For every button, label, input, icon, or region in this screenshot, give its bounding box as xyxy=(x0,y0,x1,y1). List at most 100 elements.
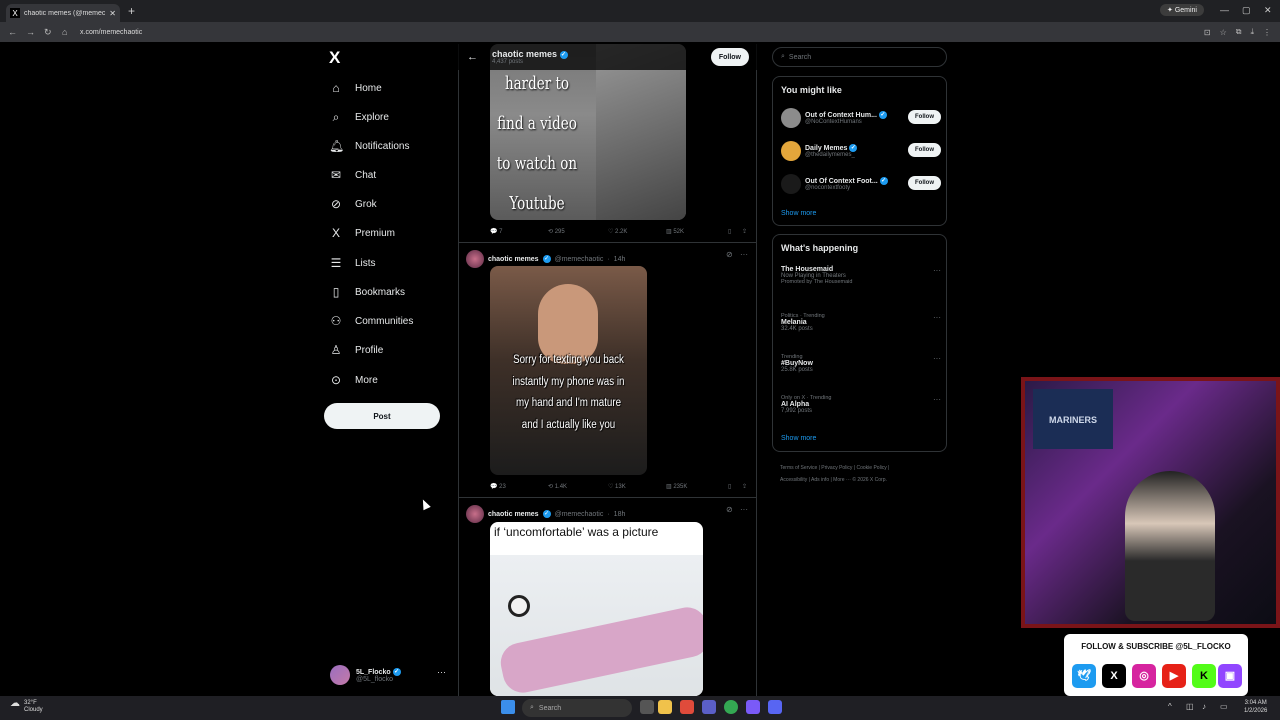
app-icon[interactable] xyxy=(746,700,760,714)
reload-icon[interactable]: ↻ xyxy=(44,27,54,38)
back-arrow-icon[interactable]: ← xyxy=(467,51,478,63)
trend-item[interactable]: Only on X · Trending AI Alpha 7,992 posts ·… xyxy=(781,395,941,414)
weather-widget[interactable]: ☁ 32°F Cloudy xyxy=(10,699,43,714)
reply-button[interactable]: 💬 7 xyxy=(490,228,548,235)
app-icon[interactable] xyxy=(702,700,716,714)
taskbar-search[interactable]: ⌕ Search xyxy=(522,699,632,717)
more-dots-icon[interactable]: ··· xyxy=(933,313,941,322)
share-icon[interactable]: ⇪ xyxy=(742,483,747,490)
bookmark-icon[interactable]: ▯ xyxy=(728,228,742,235)
suggested-handle: @nocontextfooty xyxy=(805,185,851,191)
more-dots-icon[interactable]: ··· xyxy=(740,505,748,514)
views-button[interactable]: ▥ 52K xyxy=(666,228,728,235)
more-dots-icon[interactable]: ··· xyxy=(933,266,941,275)
nav-item-chat[interactable]: ✉ Chat xyxy=(329,168,376,182)
avatar xyxy=(781,174,801,194)
reply-button[interactable]: 💬 23 xyxy=(490,483,548,490)
menu-icon[interactable]: ⋮ xyxy=(1263,28,1271,37)
nav-item-grok[interactable]: ⊘ Grok xyxy=(329,197,377,211)
tweet-media[interactable]: Sorry for texting you back instantly my … xyxy=(490,266,647,475)
back-icon[interactable]: ← xyxy=(8,27,18,37)
bookmark-icon[interactable]: ▯ xyxy=(728,483,742,490)
nav-item-premium[interactable]: X Premium xyxy=(329,226,395,240)
follow-button[interactable]: Follow xyxy=(710,48,749,66)
close-window-icon[interactable]: ✕ xyxy=(1264,5,1272,16)
follow-button[interactable]: Follow xyxy=(908,143,941,157)
tweet-media[interactable]: if ‘uncomfortable’ was a picture xyxy=(490,522,703,696)
battery-icon[interactable]: ▭ xyxy=(1220,702,1228,711)
nav-item-communities[interactable]: ⚇ Communities xyxy=(329,314,414,328)
tweet-media[interactable]: harder to find a video to watch on Youtu… xyxy=(490,44,686,220)
forward-icon[interactable]: → xyxy=(26,27,36,37)
minimize-icon[interactable]: — xyxy=(1220,5,1229,15)
extensions-icon[interactable]: ⧉ xyxy=(1236,27,1242,37)
nav-item-explore[interactable]: ⌕ Explore xyxy=(329,110,389,125)
avatar[interactable] xyxy=(466,250,484,268)
nav-item-lists[interactable]: ☰ Lists xyxy=(329,256,376,270)
volume-icon[interactable]: ♪ xyxy=(1202,702,1206,711)
show-more-link[interactable]: Show more xyxy=(781,210,816,217)
tweet-author[interactable]: chaotic memes xyxy=(488,511,539,518)
nav-item-bookmarks[interactable]: ▯ Bookmarks xyxy=(329,285,405,299)
more-dots-icon[interactable]: ··· xyxy=(933,395,941,404)
install-icon[interactable]: ⊡ xyxy=(1204,28,1211,37)
home-browser-icon[interactable]: ⌂ xyxy=(62,27,72,37)
tweet-author[interactable]: chaotic memes xyxy=(488,256,539,263)
close-tab-icon[interactable]: ✕ xyxy=(109,9,116,18)
footer-line[interactable]: Terms of Service | Privacy Policy | Cook… xyxy=(780,462,950,474)
nav-item-home[interactable]: ⌂ Home xyxy=(329,81,381,95)
like-button[interactable]: ♡ 2.2K xyxy=(608,228,666,235)
repost-button[interactable]: ⟲ 1.4K xyxy=(548,483,608,490)
footer-line[interactable]: Accessibility | Ads info | More ··· © 20… xyxy=(780,474,950,486)
app-icon[interactable] xyxy=(680,700,694,714)
file-explorer-icon[interactable] xyxy=(658,700,672,714)
suggested-account[interactable]: Daily Memes ✓ @thedailymemes_ Follow xyxy=(781,139,941,163)
follow-button[interactable]: Follow xyxy=(908,110,941,124)
tweet-handle[interactable]: @memechaotic xyxy=(555,256,604,263)
tweet-dot: · xyxy=(607,510,610,518)
like-button[interactable]: ♡ 13K xyxy=(608,483,666,490)
avatar[interactable] xyxy=(466,505,484,523)
tweet-handle[interactable]: @memechaotic xyxy=(555,511,604,518)
discord-icon[interactable] xyxy=(768,700,782,714)
windows-start-icon[interactable] xyxy=(501,700,515,714)
trend-item[interactable]: Politics · Trending Melania 32.4K posts ··· xyxy=(781,313,941,332)
browser-tab[interactable]: X chaotic memes (@memecha... ✕ xyxy=(6,4,120,22)
share-icon[interactable]: ⇪ xyxy=(742,228,747,235)
trend-item[interactable]: Trending #BuyNow 25.8K posts ··· xyxy=(781,354,941,373)
repost-button[interactable]: ⟲ 295 xyxy=(548,228,608,235)
tray-chevron-icon[interactable]: ^ xyxy=(1168,702,1172,711)
views-button[interactable]: ▥ 235K xyxy=(666,483,728,490)
new-tab-icon[interactable]: + xyxy=(128,4,135,18)
url-field[interactable]: x.com/memechaotic xyxy=(80,29,1204,36)
more-dots-icon[interactable]: ··· xyxy=(740,250,748,259)
taskview-icon[interactable] xyxy=(640,700,654,714)
chrome-icon[interactable] xyxy=(724,700,738,714)
search-input[interactable]: ⌕ Search xyxy=(772,47,947,67)
star-icon[interactable]: ☆ xyxy=(1220,28,1227,37)
account-switcher[interactable]: 5L_Flocko ✓ @5L_flocko ··· xyxy=(330,663,450,687)
x-logo[interactable]: X xyxy=(329,48,340,68)
post-button[interactable]: Post xyxy=(324,403,440,429)
tweet-time[interactable]: 18h xyxy=(614,511,626,518)
post-count: 4,437 posts xyxy=(492,59,524,65)
clock[interactable]: 3:04 AM 1/2/2026 xyxy=(1244,699,1267,715)
suggested-account[interactable]: Out of Context Hum... ✓ @NoContextHumans F… xyxy=(781,106,941,130)
tweet-actions: 💬 23 ⟲ 1.4K ♡ 13K ▥ 235K ▯ ⇪ xyxy=(490,483,750,490)
grok-icon[interactable]: ⊘ xyxy=(726,250,733,259)
more-dots-icon[interactable]: ··· xyxy=(437,667,446,677)
grok-icon[interactable]: ⊘ xyxy=(726,505,733,514)
more-dots-icon[interactable]: ··· xyxy=(933,354,941,363)
nav-item-notifications[interactable]: 🔔︎ Notifications xyxy=(329,139,409,153)
nav-item-profile[interactable]: ♙ Profile xyxy=(329,343,384,357)
suggested-account[interactable]: Out Of Context Foot... ✓ @nocontextfooty F… xyxy=(781,172,941,196)
tweet-time[interactable]: 14h xyxy=(614,256,626,263)
network-icon[interactable]: ◫ xyxy=(1186,702,1194,711)
gemini-button[interactable]: ✦ Gemini xyxy=(1160,4,1204,16)
nav-item-more[interactable]: ⊙ More xyxy=(329,373,378,387)
follow-button[interactable]: Follow xyxy=(908,176,941,190)
download-icon[interactable]: ⤓ xyxy=(1250,27,1254,37)
trend-item[interactable]: The Housemaid Now Playing in Theaters Prom… xyxy=(781,266,941,285)
maximize-icon[interactable]: ▢ xyxy=(1242,5,1251,16)
show-more-link[interactable]: Show more xyxy=(781,435,816,442)
